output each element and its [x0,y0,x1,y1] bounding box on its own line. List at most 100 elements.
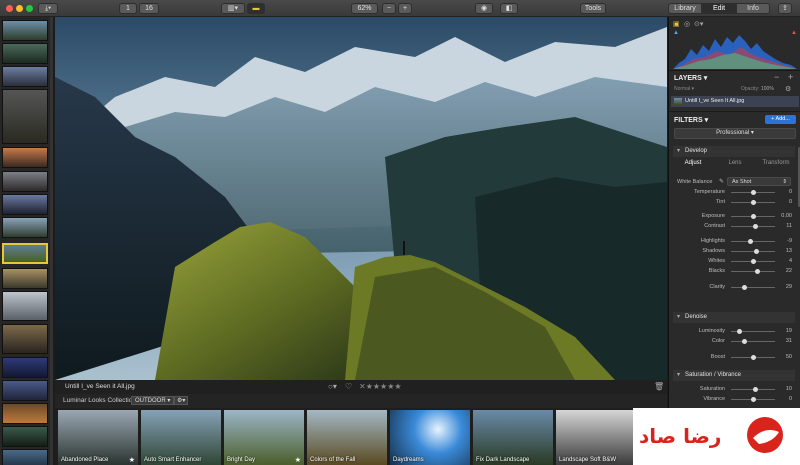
filmstrip-thumb[interactable] [2,403,48,424]
slider-knob[interactable] [750,355,756,360]
info-icon[interactable]: ◎ [684,20,690,28]
slider-knob[interactable] [750,214,756,219]
tab-transform[interactable]: Transform [761,160,791,166]
slider-knob[interactable] [752,387,758,392]
tab-adjust[interactable]: Adjust [679,160,707,166]
slider-value[interactable]: 50 [778,354,792,360]
slider-value[interactable]: 31 [778,338,792,344]
thumbnail-size-button[interactable]: 1 [119,3,137,14]
slider-value[interactable]: 13 [778,248,792,254]
filmstrip-thumb[interactable] [2,147,48,168]
zoom-in-button[interactable]: + [398,3,412,14]
slider-knob[interactable] [751,259,757,264]
slider-value[interactable]: 11 [778,223,792,229]
slider-track[interactable] [731,287,775,288]
slider-value[interactable]: 4 [778,258,792,264]
filmstrip-thumb[interactable] [2,357,48,378]
slider-value[interactable]: 29 [778,284,792,290]
tab-info[interactable]: Info [736,3,770,14]
filmstrip-thumb[interactable] [2,449,48,465]
heart-icon[interactable]: ♡ [345,382,352,391]
slider-knob[interactable] [742,339,748,344]
compare-button[interactable]: ◧ [500,3,518,14]
slider-track[interactable] [731,341,775,342]
filmstrip-thumb[interactable] [2,43,48,64]
slider-knob[interactable] [753,224,759,229]
filmstrip-thumb[interactable] [2,324,48,354]
look-thumb[interactable]: Auto Smart Enhancer [141,410,221,465]
add-filter-button[interactable]: + Add... [765,115,796,124]
slider-track[interactable] [731,271,775,272]
filmstrip-thumb[interactable] [2,66,48,87]
grid-count-button[interactable]: 16 [139,3,159,14]
filmstrip-scrollbar[interactable] [50,17,53,465]
slider-value[interactable]: 22 [778,268,792,274]
slider-knob[interactable] [755,269,761,274]
look-thumb[interactable]: Bright Day ★ [224,410,304,465]
look-thumb[interactable]: Fix Dark Landscape [473,410,553,465]
slider-value[interactable]: 0.00 [778,213,792,219]
history-icon[interactable]: ⊙▾ [694,20,703,28]
trash-icon[interactable]: 🗑 [654,382,664,391]
layers-title[interactable]: LAYERS ▾ [674,74,707,82]
filmstrip-thumb[interactable] [2,89,48,144]
slider-knob[interactable] [750,397,756,402]
tab-edit[interactable]: Edit [702,3,736,14]
close-window-button[interactable] [6,5,13,12]
slider-knob[interactable] [741,285,747,290]
add-layer-button[interactable]: + [788,72,793,82]
filmstrip-thumb[interactable] [2,194,48,215]
tools-menu[interactable]: Tools [580,3,606,14]
filmstrip-thumb[interactable] [2,291,48,321]
look-thumb[interactable]: Landscape Soft B&W [556,410,636,465]
histogram-icon[interactable]: ▣ [673,20,680,28]
remove-layer-button[interactable]: − [774,72,779,82]
minimize-window-button[interactable] [16,5,23,12]
denoise-section-header[interactable]: Denoise [673,312,795,323]
tab-lens[interactable]: Lens [721,160,749,166]
slider-knob[interactable] [736,329,742,334]
filmstrip-thumb[interactable] [2,380,48,401]
flag-icon[interactable]: ○▾ [328,382,337,391]
saturation-section-header[interactable]: Saturation / Vibrance [673,370,795,381]
workspace-select[interactable]: Professional ▾ [674,128,796,139]
develop-section-header[interactable]: Develop [673,146,795,157]
slider-knob[interactable] [750,190,756,195]
blend-mode-select[interactable]: Normal ▾ [674,86,694,92]
slider-value[interactable]: 0 [778,189,792,195]
filmstrip-thumb-selected[interactable] [2,243,48,264]
filters-title[interactable]: FILTERS ▾ [674,116,708,124]
rating-icon[interactable]: ✕★★★★★ [359,382,402,391]
share-button[interactable]: ⇪ [778,3,792,14]
slider-knob[interactable] [753,249,759,254]
opacity-value[interactable]: 100% [761,86,774,92]
layer-settings-icon[interactable]: ⚙ [785,85,791,93]
image-canvas[interactable] [55,17,667,380]
look-thumb[interactable]: Colors of the Fall [307,410,387,465]
filmstrip-thumb[interactable] [2,171,48,192]
look-thumb[interactable]: Daydreams [390,410,470,465]
gear-icon[interactable]: ⚙▾ [174,396,189,405]
filmstrip-thumb[interactable] [2,426,48,447]
slider-value[interactable]: 0 [778,199,792,205]
slider-value[interactable]: 0 [778,396,792,402]
slider-knob[interactable] [748,239,754,244]
look-thumb[interactable]: Abandoned Place ★ [58,410,138,465]
tab-library[interactable]: Library [668,3,702,14]
filmstrip-toggle-button[interactable]: ▬ [247,3,265,14]
filmstrip-thumb[interactable] [2,20,48,41]
zoom-window-button[interactable] [26,5,33,12]
slider-value[interactable]: 19 [778,328,792,334]
filmstrip-thumb[interactable] [2,268,48,289]
zoom-level-select[interactable]: 62% [351,3,378,14]
export-button[interactable]: ⤓▾ [38,3,58,14]
preview-button[interactable]: ◉ [475,3,493,14]
layer-row[interactable]: Untill I_ve Seen It All.jpg [671,96,799,107]
slider-knob[interactable] [750,200,756,205]
eyedropper-icon[interactable]: ✎ [719,178,724,185]
slider-value[interactable]: 10 [778,386,792,392]
slider-value[interactable]: -9 [778,238,792,244]
white-balance-select[interactable]: As Shot ⇕ [727,177,791,186]
filmstrip-thumb[interactable] [2,217,48,238]
zoom-out-button[interactable]: − [382,3,396,14]
